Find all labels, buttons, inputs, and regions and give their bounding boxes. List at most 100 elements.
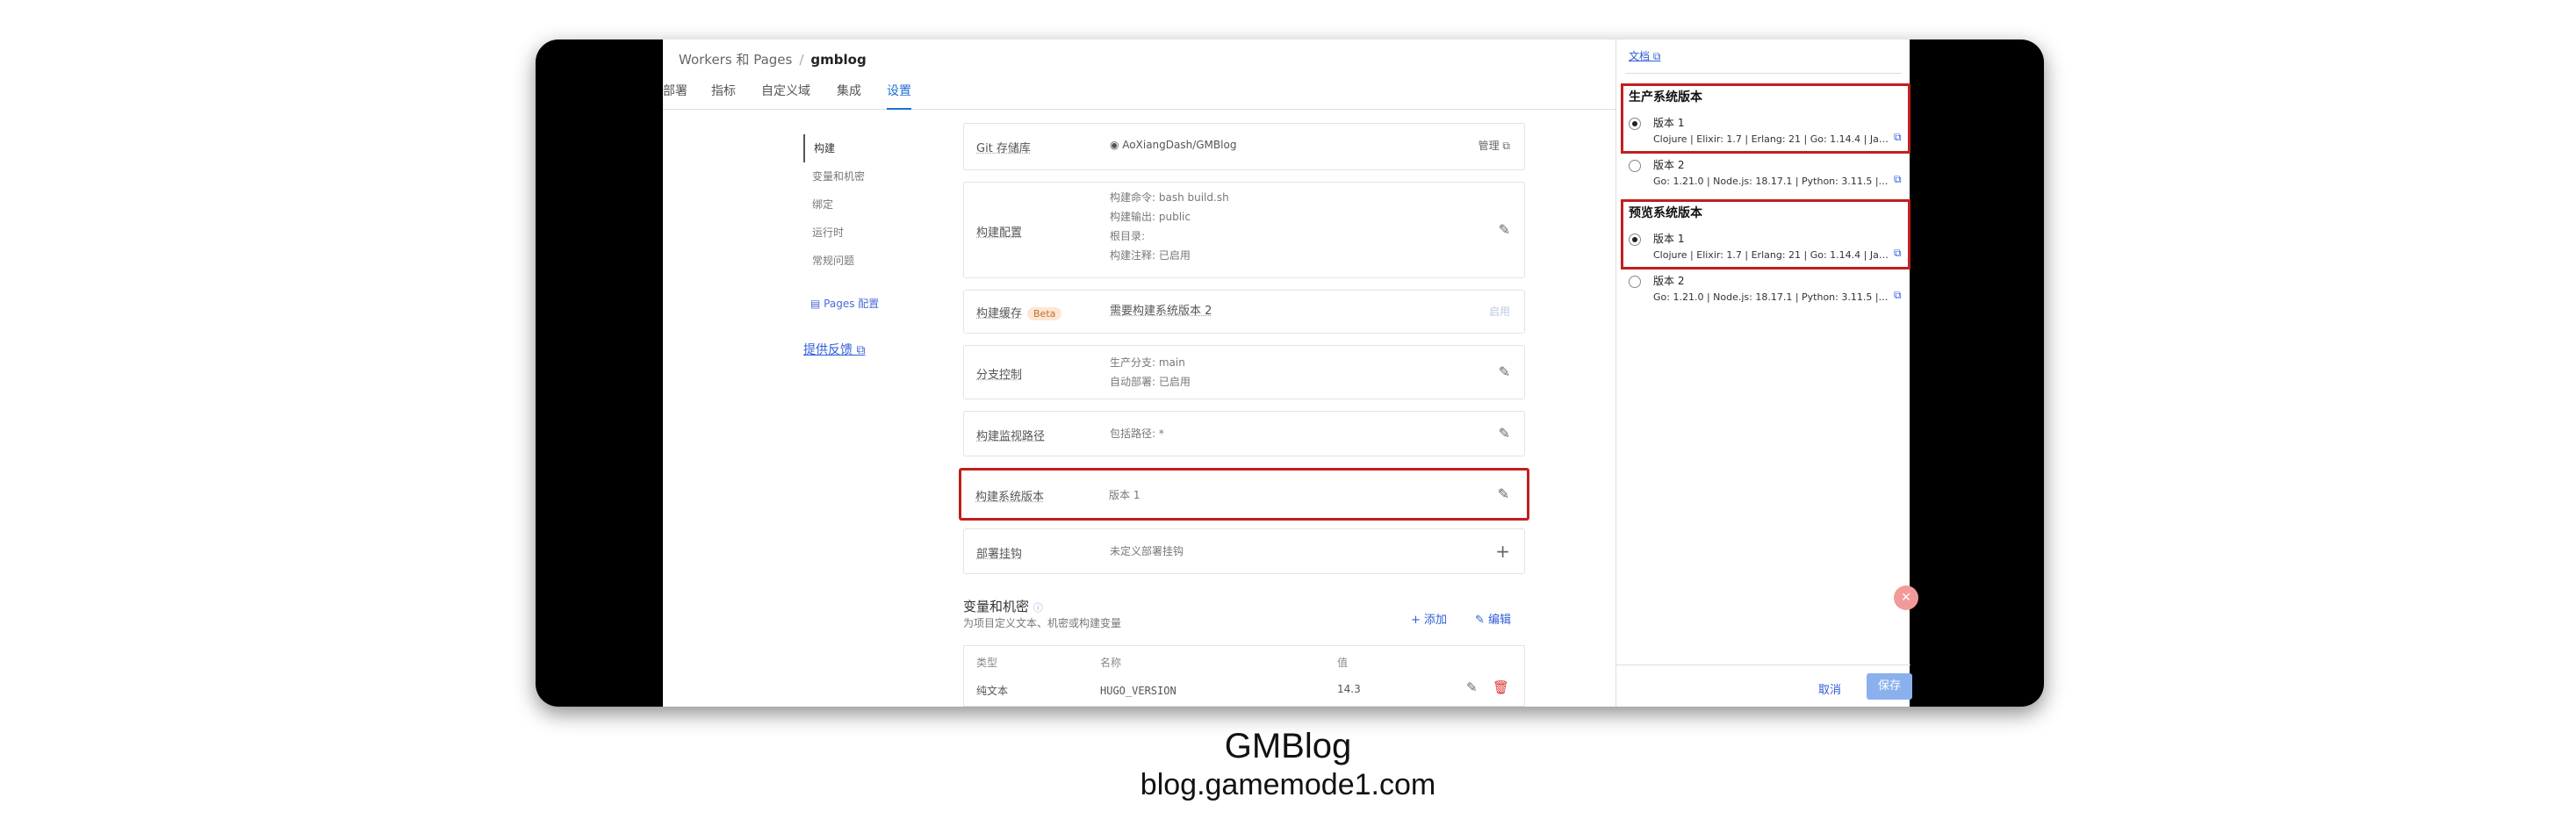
build-system-version-row: 构建系统版本 版本 1 ✎ <box>959 468 1529 521</box>
add-label: 添加 <box>1424 614 1448 627</box>
enable-cache-button[interactable]: 启用 <box>1489 304 1510 319</box>
variables-title-text: 变量和机密 <box>963 599 1030 614</box>
pages-config-label: Pages 配置 <box>824 298 880 310</box>
breadcrumb: Workers 和 Pages / gmblog <box>679 50 867 68</box>
git-repository-value: ◉ AoXiangDash/GMBlog <box>1110 135 1236 154</box>
production-version-2-desc: Go: 1.21.0 | Node.js: 18.17.1 | Python: … <box>1653 176 1890 187</box>
external-link-icon: ⧉ <box>856 343 866 357</box>
production-version-1-radio[interactable] <box>1629 118 1641 130</box>
build-cache-text: 构建缓存 <box>976 307 1023 320</box>
breadcrumb-separator: / <box>799 52 804 68</box>
external-link-icon[interactable]: ⧉ <box>1894 247 1902 260</box>
variables-title: 变量和机密 ⓘ <box>963 597 1043 615</box>
variable-type: 纯文本 <box>976 685 1009 697</box>
git-repository-row: Git 存储库 ◉ AoXiangDash/GMBlog 管理 ⧉ <box>963 123 1525 170</box>
pages-config-link[interactable]: ▤ Pages 配置 <box>810 296 879 311</box>
build-system-version-value: 版本 1 <box>1109 489 1140 501</box>
manage-repository-link[interactable]: 管理 ⧉ <box>1479 138 1510 153</box>
build-config-row: 构建配置 构建命令: bash build.sh 构建输出: public 根目… <box>963 182 1525 278</box>
sidenav-item-runtime[interactable]: 运行时 <box>803 219 917 247</box>
delete-icon[interactable]: 🗑 <box>1493 679 1509 695</box>
watch-paths-value: 包括路径: * <box>1110 427 1164 440</box>
variables-table: 类型 名称 值 纯文本 HUGO_VERSION 14.3 ✎ 🗑 <box>963 645 1525 707</box>
add-variable-button[interactable]: + 添加 <box>1411 610 1447 627</box>
edit-icon: ✎ <box>1475 614 1489 627</box>
build-command: 构建命令: bash build.sh <box>1110 191 1229 204</box>
sidenav-item-variables[interactable]: 变量和机密 <box>803 162 917 190</box>
build-system-panel: 文档 ⧉ 生产系统版本 版本 1 Clojure | Elixir: 1.7 |… <box>1615 40 1918 707</box>
external-link-icon[interactable]: ⧉ <box>1894 289 1902 302</box>
beta-badge: Beta <box>1027 307 1062 320</box>
watch-paths-label: 构建监视路径 <box>976 430 1046 443</box>
tab-bar: 部署 指标 自定义域 集成 设置 <box>663 82 1615 110</box>
watch-paths-row: 构建监视路径 包括路径: * ✎ <box>963 411 1525 456</box>
file-icon: ▤ <box>810 298 824 310</box>
plus-icon: + <box>1411 614 1425 627</box>
feedback-label: 提供反馈 <box>803 343 853 357</box>
edit-icon[interactable]: ✎ <box>1498 485 1509 502</box>
production-version-2-name: 版本 2 <box>1653 159 1685 171</box>
build-comments: 构建注释: 已启用 <box>1110 249 1191 262</box>
settings-page: Workers 和 Pages / gmblog 部署 指标 自定义域 集成 设置 … <box>663 40 1615 707</box>
branch-control-values: 生产分支: main 自动部署: 已启用 <box>1110 353 1191 392</box>
root-directory: 根目录: <box>1110 230 1146 242</box>
save-button[interactable]: 保存 <box>1867 673 1912 700</box>
edit-label: 编辑 <box>1488 614 1512 627</box>
preview-version-title: 预览系统版本 <box>1629 206 1702 220</box>
external-link-icon[interactable]: ⧉ <box>1894 131 1902 144</box>
plus-icon[interactable]: + <box>1495 541 1510 562</box>
deploy-hooks-value: 未定义部署挂钩 <box>1110 545 1184 557</box>
breadcrumb-root[interactable]: Workers 和 Pages <box>679 52 792 68</box>
feedback-link[interactable]: 提供反馈 ⧉ <box>803 341 865 358</box>
tab-deployments[interactable]: 部署 <box>663 82 687 99</box>
settings-sidenav: 构建 变量和机密 绑定 运行时 常规问题 <box>803 134 917 275</box>
sidenav-item-build[interactable]: 构建 <box>803 134 917 162</box>
breadcrumb-current: gmblog <box>810 52 867 68</box>
external-link-icon[interactable]: ⧉ <box>1894 173 1902 186</box>
divider <box>1625 73 1902 74</box>
edit-icon[interactable]: ✎ <box>1499 221 1510 238</box>
tab-metrics[interactable]: 指标 <box>711 82 736 99</box>
build-cache-row: 构建缓存 Beta 需要构建系统版本 2 启用 <box>963 290 1525 334</box>
build-cache-label: 构建缓存 Beta <box>976 304 1062 320</box>
production-version-title: 生产系统版本 <box>1629 90 1702 104</box>
edit-icon[interactable]: ✎ <box>1499 363 1510 380</box>
variable-name: HUGO_VERSION <box>1100 685 1176 697</box>
info-icon: ⓘ <box>1033 602 1043 614</box>
tab-settings[interactable]: 设置 <box>887 82 911 110</box>
production-version-1-name: 版本 1 <box>1653 117 1685 129</box>
docs-link[interactable]: 文档 ⧉ <box>1629 48 1660 63</box>
variables-subtitle: 为项目定义文本、机密或构建变量 <box>963 617 1122 629</box>
branch-control-label: 分支控制 <box>976 369 1023 382</box>
sidenav-item-bindings[interactable]: 绑定 <box>803 190 917 219</box>
preview-version-1-radio[interactable] <box>1629 233 1641 246</box>
caption-title: GMBlog <box>1224 727 1352 765</box>
column-header-value: 值 <box>1337 657 1349 669</box>
sidenav-item-general[interactable]: 常规问题 <box>803 247 917 275</box>
preview-version-1-name: 版本 1 <box>1653 233 1685 245</box>
preview-version-2-radio[interactable] <box>1629 276 1641 288</box>
edit-icon[interactable]: ✎ <box>1466 679 1478 695</box>
build-system-version-label: 构建系统版本 <box>975 491 1045 504</box>
preview-version-1-desc: Clojure | Elixir: 1.7 | Erlang: 21 | Go:… <box>1653 249 1890 261</box>
cancel-button[interactable]: 取消 <box>1818 680 1841 697</box>
docs-label: 文档 <box>1629 50 1651 62</box>
variable-value: 14.3 <box>1337 683 1361 695</box>
build-config-label: 构建配置 <box>976 226 1023 240</box>
stage: Workers 和 Pages / gmblog 部署 指标 自定义域 集成 设置 … <box>0 0 2576 819</box>
preview-version-2-name: 版本 2 <box>1653 275 1685 287</box>
production-branch: 生产分支: main <box>1110 356 1185 369</box>
deploy-hooks-label: 部署挂钩 <box>976 548 1023 561</box>
edit-icon[interactable]: ✎ <box>1499 425 1510 442</box>
edit-variables-button[interactable]: ✎ 编辑 <box>1475 610 1511 627</box>
git-repository-label: Git 存储库 <box>976 142 1031 155</box>
external-link-icon: ⧉ <box>1502 140 1510 152</box>
build-cache-value: 需要构建系统版本 2 <box>1110 305 1212 318</box>
tab-custom-domains[interactable]: 自定义域 <box>761 82 810 99</box>
tab-integrations[interactable]: 集成 <box>837 82 861 99</box>
column-header-type: 类型 <box>976 657 998 669</box>
production-version-1-desc: Clojure | Elixir: 1.7 | Erlang: 21 | Go:… <box>1653 133 1890 145</box>
close-icon[interactable]: ✕ <box>1894 586 1918 610</box>
git-repository-name: AoXiangDash/GMBlog <box>1122 139 1237 151</box>
production-version-2-radio[interactable] <box>1629 160 1641 172</box>
